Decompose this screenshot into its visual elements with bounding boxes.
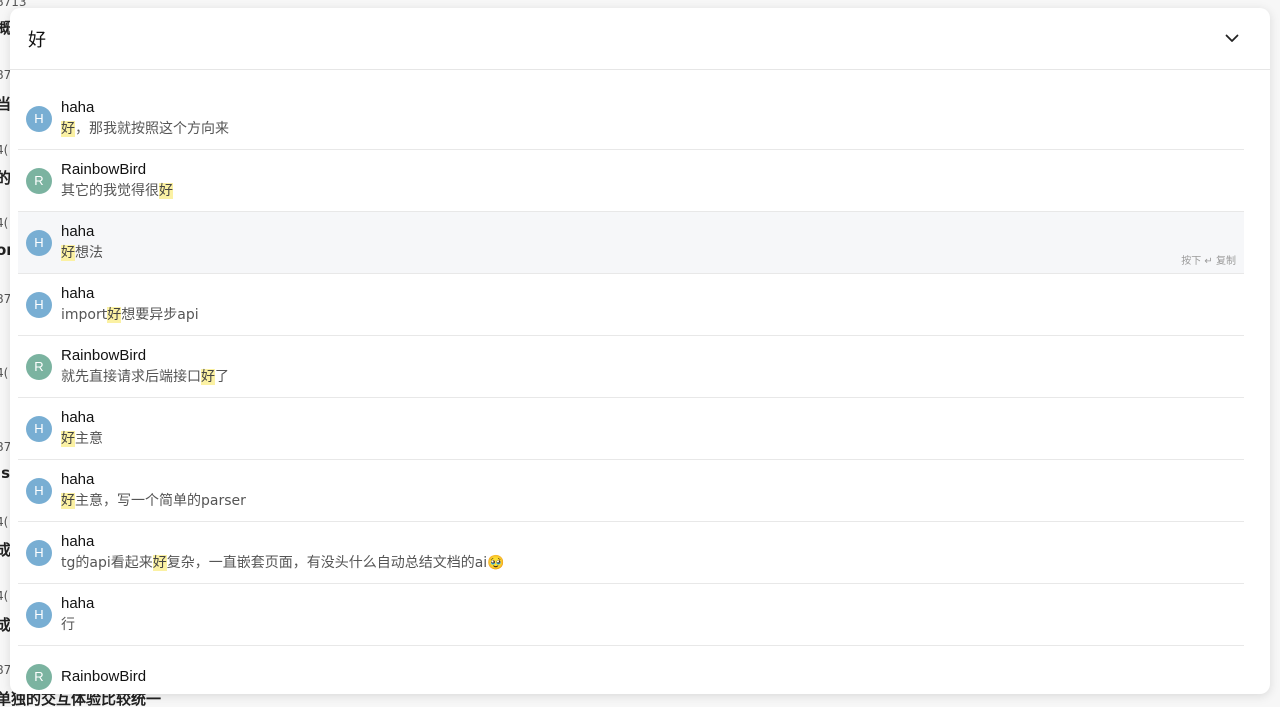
result-row[interactable]: R RainbowBird bbox=[18, 646, 1244, 694]
match-highlight: 好 bbox=[201, 368, 215, 385]
message-fragment: 其它的我觉得很 bbox=[61, 182, 159, 199]
copy-hint: 按下 ↵ 复制 bbox=[1181, 256, 1236, 267]
result-row[interactable]: R RainbowBird 其它的我觉得很好 bbox=[18, 150, 1244, 212]
chevron-down-icon[interactable] bbox=[1220, 27, 1244, 51]
search-bar bbox=[10, 8, 1270, 70]
message-fragment: import bbox=[61, 306, 108, 323]
result-row[interactable]: Hhaha 行 bbox=[18, 584, 1244, 646]
sender-name: haha bbox=[61, 408, 95, 426]
results-list: Hhaha 好，那我就按照这个方向来 R RainbowBird 其它的我觉得很好 Hha… bbox=[18, 88, 1244, 694]
message-text: import好想要异步api bbox=[61, 304, 199, 326]
match-highlight: 好 bbox=[152, 554, 167, 571]
avatar: H bbox=[26, 229, 52, 256]
avatar: H bbox=[26, 291, 52, 318]
sender-name: RainbowBird bbox=[61, 160, 147, 178]
result-row[interactable]: Hhaha 好主意 bbox=[18, 398, 1244, 460]
avatar: H bbox=[26, 601, 52, 628]
match-highlight: 好 bbox=[61, 430, 75, 447]
avatar: R bbox=[26, 663, 52, 690]
message-text: 其它的我觉得很好 bbox=[61, 180, 173, 202]
message-text: tg的api看起来好复杂，一直嵌套页面，有没头什么自动总结文档的ai🥹 bbox=[61, 552, 505, 574]
message-fragment: 复杂，一直嵌套页面，有没头什么自动总结文档的ai🥹 bbox=[166, 554, 505, 571]
avatar: H bbox=[26, 477, 52, 504]
message-fragment: ，那我就按照这个方向来 bbox=[75, 120, 229, 137]
sender-name: RainbowBird bbox=[61, 346, 147, 364]
background-text: 4( bbox=[0, 366, 9, 380]
message-text: 好主意，写一个简单的parser bbox=[61, 490, 246, 512]
sender-name: haha bbox=[61, 470, 95, 488]
result-row[interactable]: Hhaha 好想法按下 ↵ 复制 bbox=[18, 212, 1244, 274]
message-fragment: 了 bbox=[215, 368, 229, 385]
search-input[interactable] bbox=[28, 28, 1220, 49]
message-text: 就先直接请求后端接口好了 bbox=[61, 366, 229, 388]
match-highlight: 好 bbox=[61, 120, 75, 137]
avatar: H bbox=[26, 105, 52, 132]
avatar: R bbox=[26, 353, 52, 380]
match-highlight: 好 bbox=[61, 244, 75, 261]
match-highlight: 好 bbox=[107, 306, 122, 323]
avatar: H bbox=[26, 415, 52, 442]
message-fragment: 行 bbox=[61, 616, 75, 633]
sender-name: haha bbox=[61, 98, 95, 116]
sender-name: haha bbox=[61, 532, 95, 550]
sender-name: haha bbox=[61, 594, 95, 612]
match-highlight: 好 bbox=[159, 182, 173, 199]
sender-name: haha bbox=[61, 284, 95, 302]
message-text: 好，那我就按照这个方向来 bbox=[61, 118, 229, 140]
background-text: js bbox=[0, 464, 11, 482]
background-text: 4( bbox=[0, 216, 9, 230]
background-text: 4( bbox=[0, 143, 9, 157]
message-fragment: tg的api看起来 bbox=[61, 554, 153, 571]
message-fragment: 想要异步api bbox=[121, 306, 199, 323]
background-text: 4( bbox=[0, 589, 9, 603]
result-row[interactable]: Hhaha 好主意，写一个简单的parser bbox=[18, 460, 1244, 522]
result-row[interactable]: Hhaha 好，那我就按照这个方向来 bbox=[18, 88, 1244, 150]
sender-name: haha bbox=[61, 222, 95, 240]
sender-name: RainbowBird bbox=[61, 667, 147, 685]
message-fragment: 想法 bbox=[75, 244, 103, 261]
message-fragment: 就先直接请求后端接口 bbox=[61, 368, 201, 385]
avatar: R bbox=[26, 167, 52, 194]
message-text: 好想法 bbox=[61, 242, 103, 264]
background-text: 4( bbox=[0, 515, 9, 529]
message-text: 好主意 bbox=[61, 428, 103, 450]
message-text: 行 bbox=[61, 614, 94, 636]
result-row[interactable]: R RainbowBird 就先直接请求后端接口好了 bbox=[18, 336, 1244, 398]
result-row[interactable]: Hhaha tg的api看起来好复杂，一直嵌套页面，有没头什么自动总结文档的ai🥹 bbox=[18, 522, 1244, 584]
message-fragment: 主意 bbox=[75, 430, 103, 447]
match-highlight: 好 bbox=[61, 492, 75, 509]
result-row[interactable]: Hhaha import好想要异步api bbox=[18, 274, 1244, 336]
message-fragment: 主意，写一个简单的parser bbox=[75, 492, 246, 509]
avatar: H bbox=[26, 539, 52, 566]
